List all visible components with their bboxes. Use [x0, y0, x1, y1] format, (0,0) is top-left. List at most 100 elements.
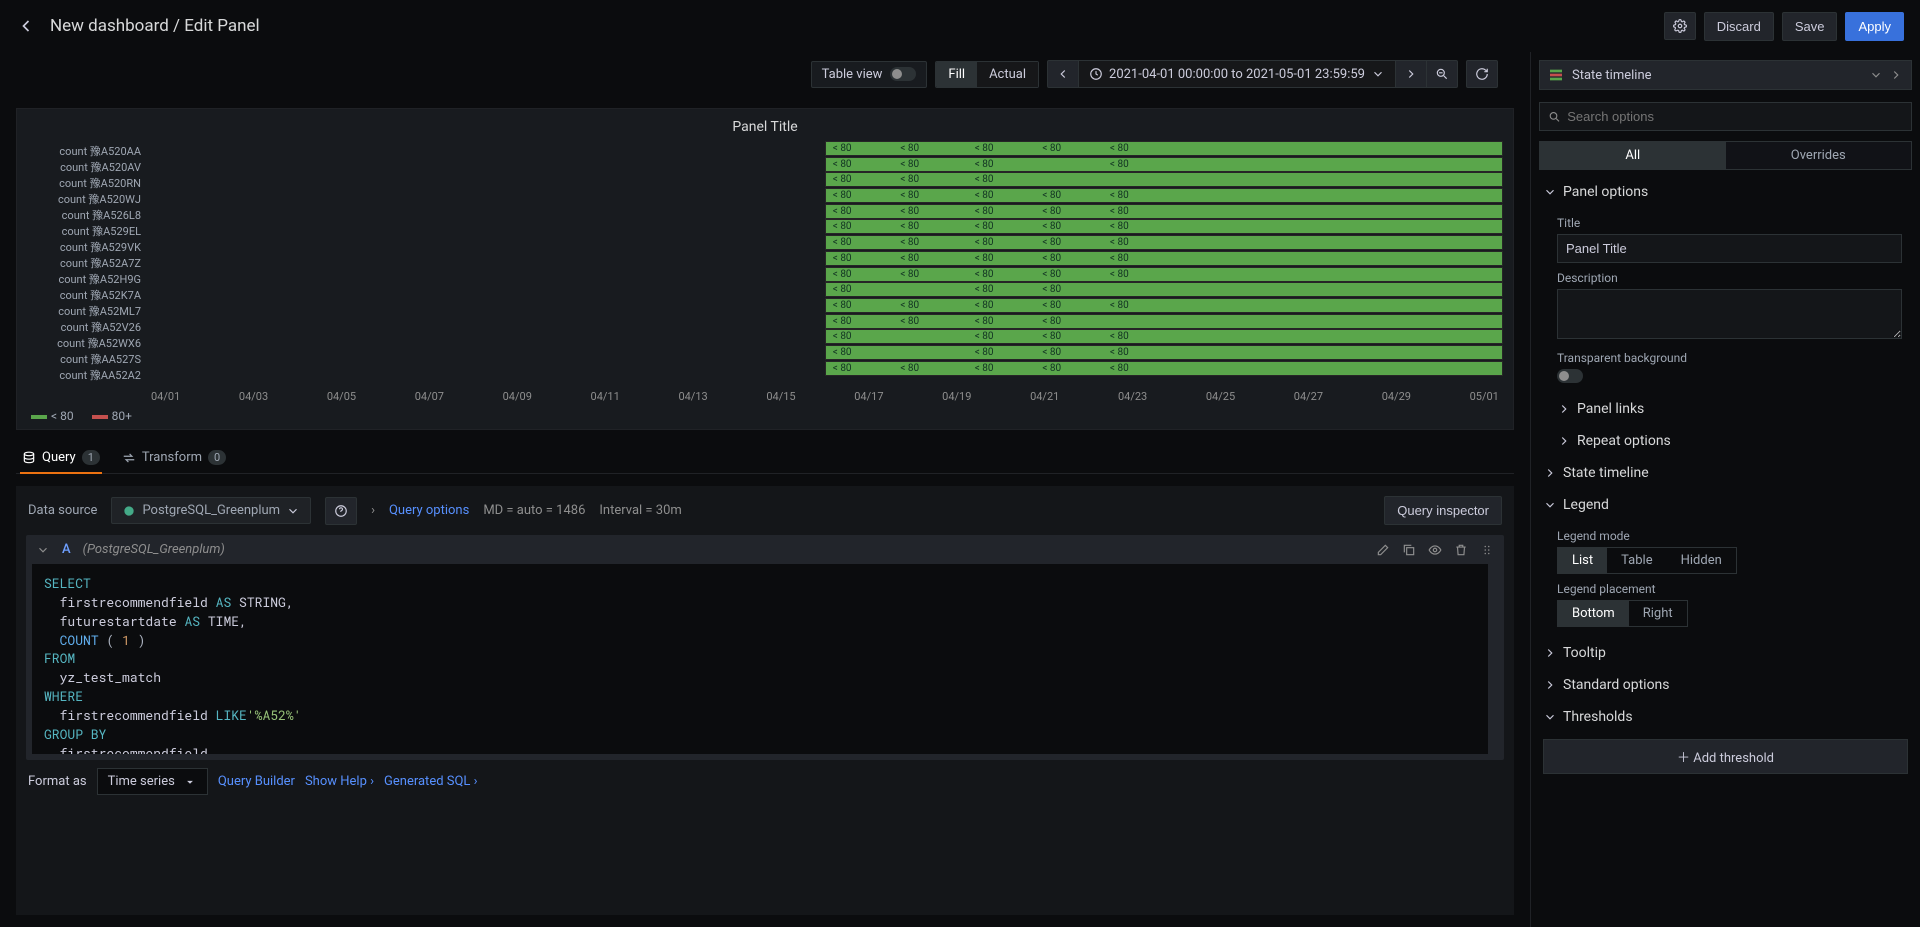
section-panel-links[interactable]: Panel links — [1531, 393, 1920, 425]
tab-query[interactable]: Query 1 — [20, 442, 102, 473]
query-builder-link[interactable]: Query Builder — [218, 774, 295, 789]
show-help-link[interactable]: Show Help › — [305, 774, 374, 789]
state-segment[interactable]: < 80< 80< 80< 80 — [825, 157, 1503, 172]
timeline-row: < 80< 80< 80< 80< 80 — [147, 219, 1503, 234]
state-segment[interactable]: < 80< 80< 80 — [825, 172, 1503, 187]
chevron-down-icon[interactable] — [36, 543, 50, 557]
tab-all[interactable]: All — [1540, 142, 1726, 169]
legend-placement-label: Legend placement — [1557, 582, 1902, 596]
section-state-timeline[interactable]: State timeline — [1531, 457, 1920, 489]
state-segment[interactable]: < 80< 80< 80< 80< 80 — [825, 298, 1503, 313]
table-view-toggle[interactable]: Table view — [811, 61, 928, 88]
chevron-right-icon — [1404, 67, 1418, 81]
legend-mode-table[interactable]: Table — [1607, 548, 1666, 573]
search-options-field[interactable] — [1567, 109, 1903, 124]
refresh-button[interactable] — [1466, 60, 1498, 88]
legend-mode-list[interactable]: List — [1558, 548, 1607, 573]
drag-handle-icon[interactable] — [1480, 543, 1494, 557]
legend-place-bottom[interactable]: Bottom — [1558, 601, 1629, 626]
search-icon — [1548, 110, 1561, 124]
section-panel-options[interactable]: Panel options — [1531, 176, 1920, 208]
state-segment[interactable]: < 80< 80< 80< 80< 80 — [825, 219, 1503, 234]
discard-button[interactable]: Discard — [1704, 12, 1774, 41]
section-tooltip[interactable]: Tooltip — [1531, 637, 1920, 669]
datasource-help-button[interactable] — [325, 497, 357, 525]
state-segment[interactable]: < 80< 80< 80< 80< 80 — [825, 141, 1503, 156]
section-thresholds[interactable]: Thresholds — [1531, 701, 1920, 733]
actual-option[interactable]: Actual — [977, 62, 1038, 87]
query-options-link[interactable]: Query options — [389, 503, 469, 518]
table-view-label: Table view — [822, 67, 883, 82]
search-options-input[interactable] — [1539, 102, 1912, 131]
time-prev-button[interactable] — [1047, 60, 1079, 88]
state-segment[interactable]: < 80< 80< 80 — [825, 282, 1503, 297]
description-input[interactable] — [1557, 289, 1902, 339]
save-button[interactable]: Save — [1782, 12, 1838, 41]
section-legend[interactable]: Legend — [1531, 489, 1920, 521]
delete-query-icon[interactable] — [1454, 543, 1468, 557]
edit-query-icon[interactable] — [1376, 543, 1390, 557]
xaxis-tick: 04/07 — [415, 390, 444, 403]
chevron-down-icon — [286, 504, 300, 518]
legend-mode-hidden[interactable]: Hidden — [1667, 548, 1736, 573]
section-standard-options[interactable]: Standard options — [1531, 669, 1920, 701]
state-segment[interactable]: < 80< 80< 80< 80< 80 — [825, 251, 1503, 266]
time-next-button[interactable] — [1396, 60, 1427, 88]
state-segment[interactable]: < 80< 80< 80< 80< 80 — [825, 361, 1503, 376]
toggle-visibility-icon[interactable] — [1428, 543, 1442, 557]
query-letter: A — [62, 542, 71, 557]
state-segment[interactable]: < 80< 80< 80< 80< 80 — [825, 235, 1503, 250]
legend-mode-label: Legend mode — [1557, 529, 1902, 543]
time-range-picker[interactable]: 2021-04-01 00:00:00 to 2021-05-01 23:59:… — [1079, 60, 1396, 88]
state-segment[interactable]: < 80< 80< 80< 80< 80 — [825, 188, 1503, 203]
timeline-row: < 80< 80< 80< 80 — [147, 345, 1503, 360]
tab-overrides[interactable]: Overrides — [1726, 142, 1912, 169]
apply-button[interactable]: Apply — [1845, 12, 1904, 41]
tab-transform[interactable]: Transform 0 — [120, 442, 228, 473]
database-icon — [22, 451, 36, 465]
series-label: count 豫A52K7A — [27, 288, 141, 303]
legend-place-right[interactable]: Right — [1629, 601, 1687, 626]
state-segment[interactable]: < 80< 80< 80< 80 — [825, 314, 1503, 329]
section-repeat-options[interactable]: Repeat options — [1531, 425, 1920, 457]
xaxis-tick: 04/15 — [766, 390, 795, 403]
add-threshold-button[interactable]: ＋ Add threshold — [1543, 739, 1908, 774]
zoom-out-button[interactable] — [1427, 60, 1458, 88]
timeline-row: < 80< 80< 80< 80< 80 — [147, 235, 1503, 250]
chevron-down-icon — [1543, 185, 1557, 199]
visualization-picker[interactable]: State timeline — [1539, 60, 1912, 90]
xaxis-tick: 04/27 — [1294, 390, 1323, 403]
chevron-down-icon — [1869, 68, 1883, 82]
title-label: Title — [1557, 216, 1902, 230]
state-segment[interactable]: < 80< 80< 80< 80< 80 — [825, 204, 1503, 219]
sql-editor[interactable]: SELECT firstrecommendfield AS STRING, fu… — [32, 564, 1498, 754]
query-inspector-button[interactable]: Query inspector — [1384, 496, 1502, 525]
chevron-down-icon — [1371, 67, 1385, 81]
settings-button[interactable] — [1664, 12, 1696, 40]
series-label: count 豫A520RN — [27, 176, 141, 191]
xaxis-tick: 04/23 — [1118, 390, 1147, 403]
generated-sql-link[interactable]: Generated SQL › — [384, 774, 478, 789]
legend-item-under80[interactable]: < 80 — [31, 409, 74, 423]
back-arrow-icon[interactable] — [16, 16, 36, 36]
legend-item-over80[interactable]: 80+ — [92, 409, 132, 423]
state-segment[interactable]: < 80< 80< 80< 80 — [825, 329, 1503, 344]
format-as-select[interactable]: Time series — [97, 768, 208, 795]
duplicate-query-icon[interactable] — [1402, 543, 1416, 557]
chevron-left-icon — [1056, 67, 1070, 81]
timeline-row: < 80< 80< 80< 80 — [147, 329, 1503, 344]
switch-icon — [890, 67, 916, 81]
query-count-badge: 1 — [82, 450, 100, 465]
query-datasource-name: (PostgreSQL_Greenplum) — [83, 542, 225, 557]
series-label: count 豫A520AA — [27, 144, 141, 159]
fill-option[interactable]: Fill — [936, 62, 977, 87]
xaxis-tick: 04/11 — [591, 390, 620, 403]
title-input[interactable] — [1557, 234, 1902, 263]
datasource-picker[interactable]: PostgreSQL_Greenplum — [111, 497, 311, 524]
state-segment[interactable]: < 80< 80< 80< 80 — [825, 345, 1503, 360]
state-timeline-icon — [1548, 67, 1564, 83]
interval-info: Interval = 30m — [599, 503, 681, 518]
state-segment[interactable]: < 80< 80< 80< 80< 80 — [825, 267, 1503, 282]
transparent-bg-toggle[interactable] — [1557, 369, 1583, 383]
xaxis-tick: 04/13 — [678, 390, 707, 403]
